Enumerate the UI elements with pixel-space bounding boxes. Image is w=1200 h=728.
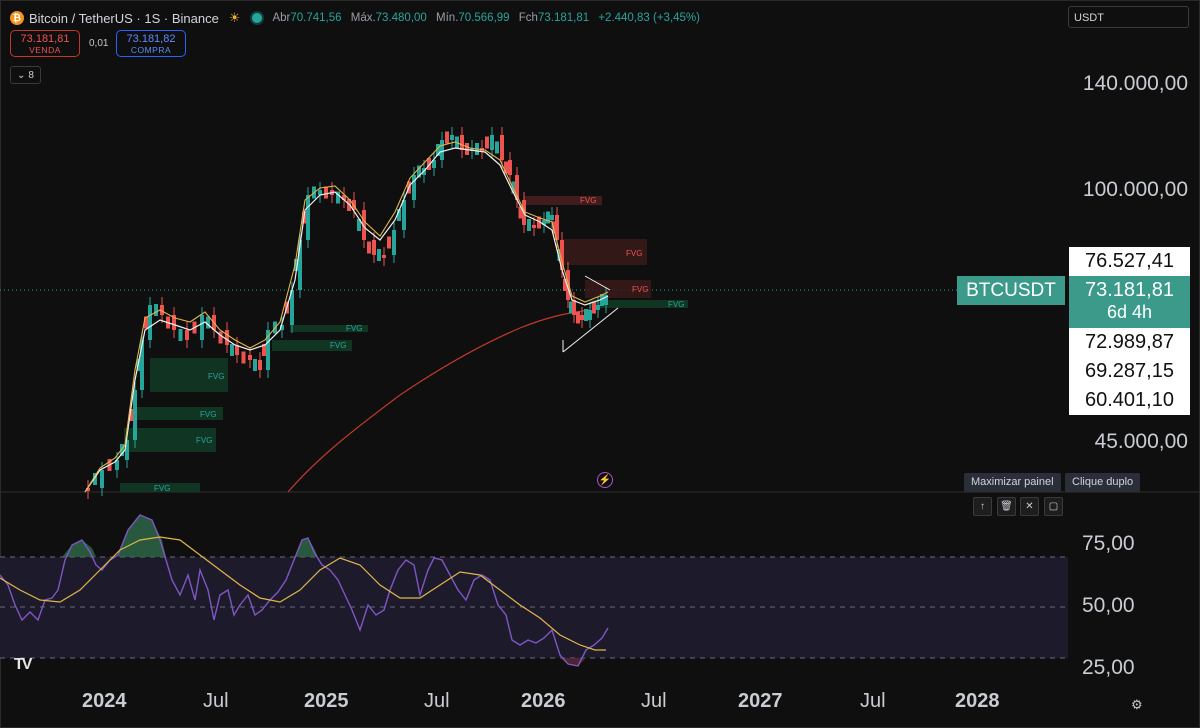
fvg-label: FVG (580, 196, 596, 205)
time-axis-label: 2027 (738, 690, 783, 712)
fvg-label: FVG (330, 341, 346, 350)
candle-body (584, 309, 588, 321)
candle-body (230, 344, 234, 356)
candle-body (133, 390, 137, 440)
candle-body (178, 329, 183, 341)
candle-body (324, 186, 328, 199)
candle-body (392, 230, 396, 255)
candle-body (576, 311, 580, 324)
price-level-label: 69.287,15 (1069, 357, 1190, 386)
time-axis-label: Jul (641, 690, 667, 712)
fvg-label: FVG (200, 410, 216, 419)
candle-body (508, 160, 512, 175)
candle-body (527, 219, 531, 231)
delete-pane-button[interactable]: 🗑 (997, 497, 1016, 516)
price-level-label: 72.989,87 (1069, 328, 1190, 357)
price-axis-label: 140.000,00 (1082, 72, 1188, 95)
time-axis-label: Jul (424, 690, 450, 712)
candle-body (248, 355, 252, 360)
time-axis-label: Jul (860, 690, 886, 712)
chart-canvas[interactable]: FVG FVG FVG FVG FVG FVG FVG FVG FVG FVG (0, 0, 1200, 728)
fvg-label: FVG (346, 324, 362, 333)
fvg-label: FVG (626, 249, 642, 258)
candle-body (206, 316, 210, 329)
maximize-pane-button[interactable]: ▢ (1044, 497, 1063, 516)
price-axis-label: 100.000,00 (1082, 178, 1188, 201)
symbol-price-tag: BTCUSDT (957, 276, 1065, 305)
candle-body (241, 351, 246, 364)
rsi-axis-label: 50,00 (1082, 594, 1135, 617)
candle-body (495, 141, 499, 154)
collapse-pane-button[interactable]: ✕ (1020, 497, 1039, 516)
candle-body (387, 236, 391, 249)
arrow-up-icon: ↑ (980, 501, 985, 512)
rsi-axis-label: 25,00 (1082, 656, 1135, 679)
time-axis-label: Jul (203, 690, 229, 712)
price-level-label: 60.401,10 (1069, 386, 1190, 415)
tradingview-logo[interactable]: TV (14, 656, 33, 674)
move-pane-up-button[interactable]: ↑ (973, 497, 992, 516)
time-axis-label: 2026 (521, 690, 566, 712)
fvg-zones: FVG FVG FVG FVG FVG FVG FVG FVG FVG FVG (120, 196, 688, 493)
fvg-label: FVG (668, 300, 684, 309)
gear-icon[interactable]: ⚙ (1131, 697, 1143, 713)
candle-body (572, 300, 576, 315)
trash-icon: 🗑 (1000, 501, 1013, 512)
moving-average-long (287, 309, 591, 493)
candle-body (450, 135, 454, 140)
candle-body (372, 240, 376, 255)
candle-body (200, 315, 204, 340)
candle-body (550, 215, 554, 220)
candle-body (592, 301, 596, 314)
double-click-tooltip: Clique duplo (1065, 473, 1141, 492)
candle-body (100, 470, 104, 488)
candle-body (382, 255, 386, 258)
candle-body (412, 175, 416, 200)
candle-body (306, 195, 310, 240)
current-price-label: 73.181,81 6d 4h (1069, 276, 1190, 328)
time-axis-label: 2028 (955, 690, 1000, 712)
fvg-label: FVG (208, 372, 224, 381)
time-axis-label: 2025 (304, 690, 349, 712)
candle-body (185, 330, 189, 340)
candle-body (402, 200, 406, 230)
candle-body (367, 241, 371, 254)
candle-body (485, 136, 489, 149)
candle-body (377, 249, 381, 261)
lightning-icon[interactable]: ⚡ (597, 472, 613, 488)
candle-body (588, 310, 592, 320)
candle-body (440, 140, 444, 160)
candle-body (154, 304, 158, 316)
fvg-label: FVG (632, 285, 648, 294)
collapse-icon: ✕ (1025, 501, 1034, 512)
candle-body (596, 305, 600, 310)
candle-body (253, 359, 257, 371)
price-level-label: 76.527,41 (1069, 247, 1190, 276)
maximize-icon: ▢ (1048, 501, 1059, 512)
candle-body (148, 305, 152, 340)
candle-body (500, 135, 504, 160)
price-axis-label: 45.000,00 (1094, 430, 1188, 453)
rsi-axis-label: 75,00 (1082, 532, 1135, 555)
candle-body (218, 331, 223, 344)
candle-body (225, 330, 229, 345)
fvg-label: FVG (196, 436, 212, 445)
candle-body (258, 360, 262, 370)
candle-body (460, 135, 464, 150)
candle-body (490, 135, 494, 150)
candle-body (532, 225, 536, 228)
bar-countdown: 6d 4h (1106, 302, 1153, 322)
candle-body (580, 315, 584, 320)
candle-body (445, 131, 449, 144)
fvg-label: FVG (154, 484, 170, 493)
time-axis-label: 2024 (82, 690, 127, 712)
maximize-tooltip: Maximizar painel (964, 473, 1061, 492)
